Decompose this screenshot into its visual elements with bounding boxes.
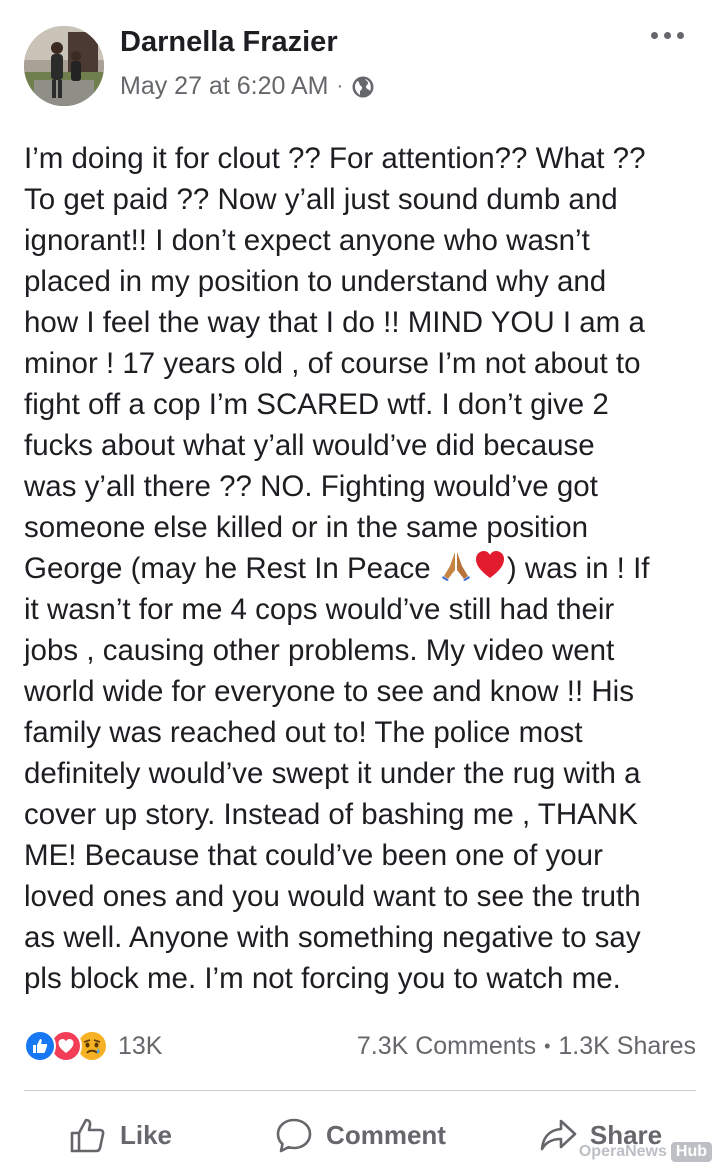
counts-separator: • — [544, 1036, 551, 1056]
post-line-part: George (may he Rest In Peace — [24, 552, 439, 585]
reactions-summary[interactable]: 13K — [24, 1030, 162, 1062]
post-line: fight off a cop I’m SCARED wtf. I don’t … — [24, 388, 609, 421]
divider — [24, 1090, 696, 1091]
post-line-part: ) was in ! If — [506, 552, 650, 585]
like-label: Like — [119, 1119, 173, 1150]
post-line: To get paid ?? Now y’all just sound dumb… — [24, 183, 618, 216]
post-line: how I feel the way that I do !! MIND YOU… — [24, 306, 645, 339]
praying-hands-icon — [441, 552, 470, 581]
post-line: was y’all there ?? NO. Fighting would’ve… — [24, 470, 598, 503]
thumbs-up-icon — [70, 1118, 105, 1153]
comment-button[interactable]: Comment — [240, 1100, 480, 1170]
post-timestamp[interactable]: May 27 at 6:20 AM — [120, 72, 328, 101]
post-line: I’m doing it for clout ?? For attention?… — [24, 142, 646, 175]
post-line: loved ones and you would want to see the… — [24, 880, 641, 913]
post-stats: 13K 7.3K Comments • 1.3K Shares — [24, 1028, 696, 1068]
avatar[interactable] — [24, 26, 104, 106]
author-name[interactable]: Darnella Frazier — [120, 26, 338, 59]
post-header: Darnella Frazier May 27 at 6:20 AM · — [0, 0, 720, 120]
watermark-badge: Hub — [670, 1142, 712, 1162]
reactions-count: 13K — [118, 1031, 163, 1060]
post-meta: May 27 at 6:20 AM · — [120, 72, 375, 101]
post-line: family was reached out to! The police mo… — [24, 716, 583, 749]
post-body: I’m doing it for clout ?? For attention?… — [24, 138, 708, 999]
post-line-with-emoji: George (may he Rest In Peace ) was in ! … — [24, 548, 708, 589]
watermark: OperaNews Hub — [579, 1142, 712, 1162]
post-line: definitely would’ve swept it under the r… — [24, 757, 641, 790]
post-line: placed in my position to understand why … — [24, 265, 607, 298]
post-line: someone else killed or in the same posit… — [24, 511, 589, 544]
post-line: pls block me. I’m not forcing you to wat… — [24, 962, 621, 995]
post-line: it wasn’t for me 4 cops would’ve still h… — [24, 593, 615, 626]
like-button[interactable]: Like — [0, 1100, 240, 1170]
like-reaction-icon — [24, 1030, 56, 1062]
post-line: as well. Anyone with something negative … — [24, 921, 641, 954]
post-line: ignorant!! I don’t expect anyone who was… — [24, 224, 590, 257]
globe-icon[interactable] — [351, 75, 375, 99]
red-heart-icon — [475, 551, 504, 578]
watermark-text: OperaNews — [578, 1143, 667, 1160]
meta-separator: · — [336, 75, 344, 97]
speech-bubble-icon — [276, 1118, 312, 1153]
comments-count[interactable]: 7.3K Comments — [357, 1032, 536, 1061]
avatar-photo — [24, 26, 104, 106]
post-line: minor ! 17 years old , of course I’m not… — [24, 347, 641, 380]
shares-count[interactable]: 1.3K Shares — [558, 1032, 696, 1061]
post-line: cover up story. Instead of bashing me , … — [24, 798, 638, 831]
post-line: ME! Because that could’ve been one of yo… — [24, 839, 603, 872]
share-arrow-icon — [540, 1119, 577, 1151]
post-line: world wide for everyone to see and know … — [24, 675, 634, 708]
comment-label: Comment — [326, 1119, 446, 1150]
more-horizontal-icon[interactable] — [651, 32, 684, 39]
engagement-counts: 7.3K Comments • 1.3K Shares — [357, 1032, 696, 1061]
post-line: fucks about what y’all would’ve did beca… — [24, 429, 595, 462]
post-line: jobs , causing other problems. My video … — [24, 634, 615, 667]
